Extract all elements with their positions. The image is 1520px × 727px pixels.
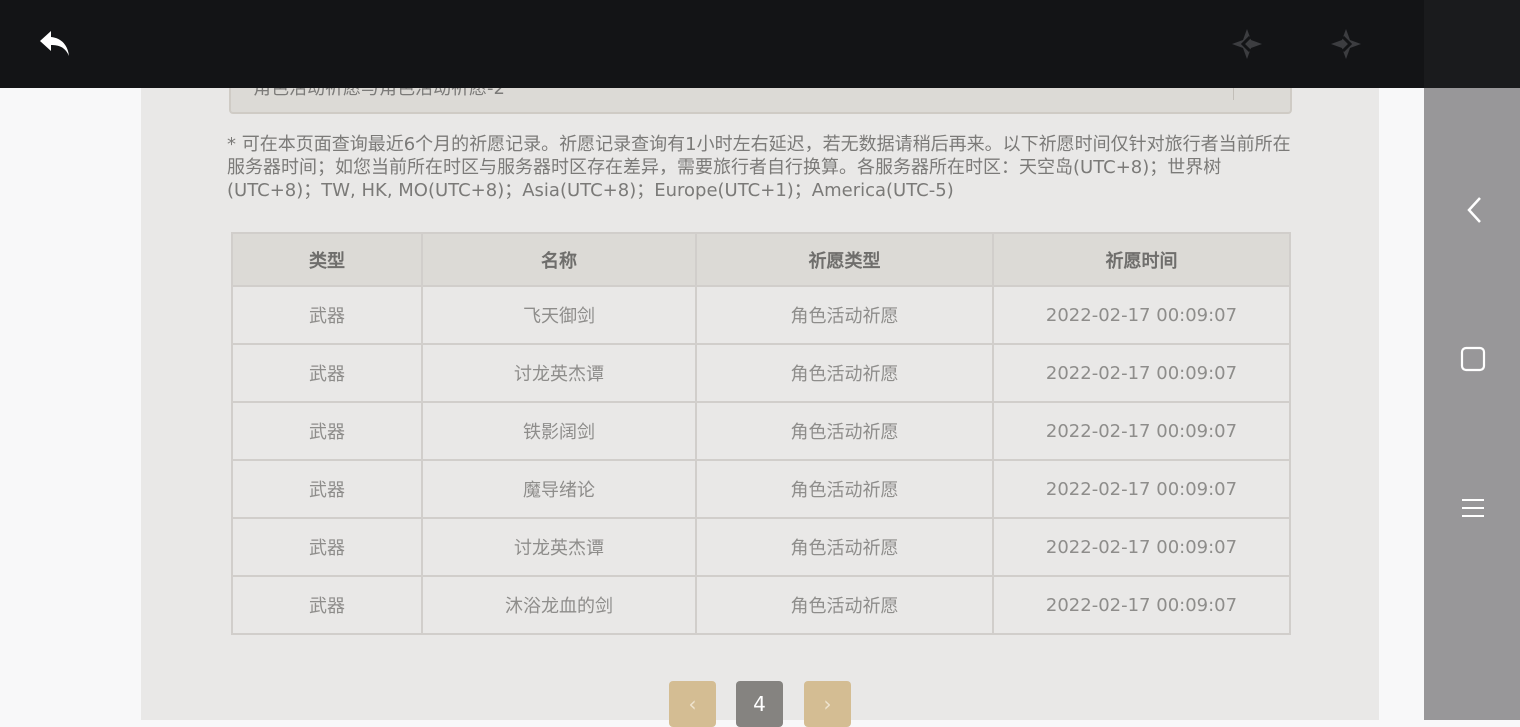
- menu-icon[interactable]: [1453, 488, 1493, 528]
- cell-wish-time: 2022-02-17 00:09:07: [992, 401, 1291, 461]
- table-row: 武器 讨龙英杰谭 角色活动祈愿 2022-02-17 00:09:07: [231, 517, 1291, 577]
- cell-name: 沐浴龙血的剑: [421, 575, 697, 635]
- table-row: 武器 沐浴龙血的剑 角色活动祈愿 2022-02-17 00:09:07: [231, 575, 1291, 635]
- next-page-button[interactable]: ›: [804, 681, 851, 727]
- browser-toolbar: [0, 0, 1459, 88]
- cell-wish-type: 角色活动祈愿: [695, 517, 994, 577]
- prev-page-button[interactable]: ‹: [669, 681, 716, 727]
- cell-wish-type: 角色活动祈愿: [695, 285, 994, 345]
- column-header-name: 名称: [421, 232, 697, 287]
- cell-type: 武器: [231, 285, 423, 345]
- cell-name: 飞天御剑: [421, 285, 697, 345]
- cell-type: 武器: [231, 575, 423, 635]
- cell-wish-type: 角色活动祈愿: [695, 343, 994, 403]
- cell-wish-type: 角色活动祈愿: [695, 575, 994, 635]
- table-row: 武器 飞天御剑 角色活动祈愿 2022-02-17 00:09:07: [231, 285, 1291, 345]
- cell-name: 铁影阔剑: [421, 401, 697, 461]
- cell-name: 讨龙英杰谭: [421, 343, 697, 403]
- cell-wish-time: 2022-02-17 00:09:07: [992, 517, 1291, 577]
- chevron-left-icon[interactable]: [1455, 190, 1495, 230]
- chevron-left-icon: ‹: [688, 692, 697, 716]
- square-icon[interactable]: [1453, 339, 1493, 379]
- query-notice: * 可在本页面查询最近6个月的祈愿记录。祈愿记录查询有1小时左右延迟，若无数据请…: [227, 134, 1291, 201]
- cell-type: 武器: [231, 517, 423, 577]
- cell-type: 武器: [231, 343, 423, 403]
- back-arrow-icon[interactable]: [37, 26, 73, 62]
- cell-type: 武器: [231, 401, 423, 461]
- cell-wish-type: 角色活动祈愿: [695, 401, 994, 461]
- next-star-icon[interactable]: [1328, 26, 1364, 62]
- prev-star-icon[interactable]: [1229, 26, 1265, 62]
- table-row: 武器 讨龙英杰谭 角色活动祈愿 2022-02-17 00:09:07: [231, 343, 1291, 403]
- column-header-wish-time: 祈愿时间: [992, 232, 1291, 287]
- column-header-wish-type: 祈愿类型: [695, 232, 994, 287]
- table-row: 武器 铁影阔剑 角色活动祈愿 2022-02-17 00:09:07: [231, 401, 1291, 461]
- column-header-type: 类型: [231, 232, 423, 287]
- pagination: ‹ 4 ›: [0, 681, 1520, 727]
- wish-records-table: 类型 名称 祈愿类型 祈愿时间 武器 飞天御剑 角色活动祈愿 2022-02-1…: [231, 232, 1291, 635]
- cell-wish-time: 2022-02-17 00:09:07: [992, 575, 1291, 635]
- cell-wish-type: 角色活动祈愿: [695, 459, 994, 519]
- current-page-button[interactable]: 4: [736, 681, 783, 727]
- device-nav-sidebar: [1424, 0, 1520, 720]
- table-header-row: 类型 名称 祈愿类型 祈愿时间: [231, 232, 1291, 287]
- cell-type: 武器: [231, 459, 423, 519]
- cell-name: 魔导绪论: [421, 459, 697, 519]
- table-row: 武器 魔导绪论 角色活动祈愿 2022-02-17 00:09:07: [231, 459, 1291, 519]
- sidebar-top-strip: [1424, 0, 1520, 88]
- cell-wish-time: 2022-02-17 00:09:07: [992, 459, 1291, 519]
- cell-wish-time: 2022-02-17 00:09:07: [992, 343, 1291, 403]
- cell-wish-time: 2022-02-17 00:09:07: [992, 285, 1291, 345]
- cell-name: 讨龙英杰谭: [421, 517, 697, 577]
- chevron-right-icon: ›: [823, 692, 832, 716]
